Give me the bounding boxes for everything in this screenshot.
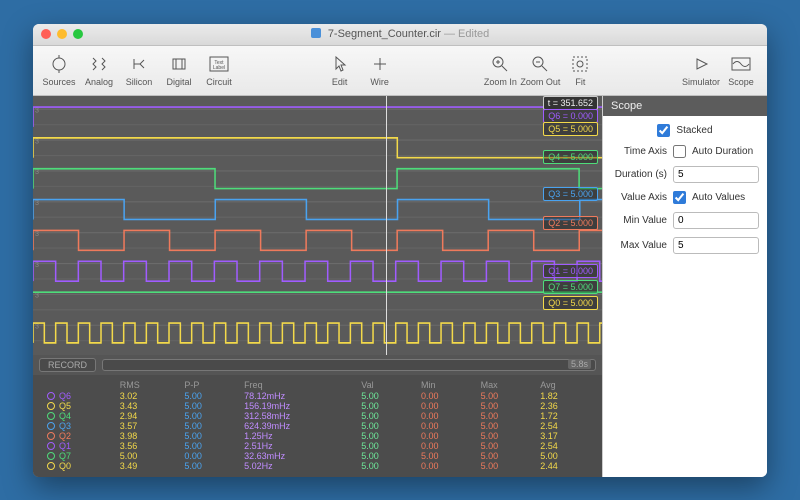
stats-row-Q4[interactable]: Q42.945.00312.58mHz5.000.005.001.72: [41, 411, 594, 421]
analog-button[interactable]: Analog: [79, 48, 119, 92]
stats-row-Q5[interactable]: Q53.435.00156.19mHz5.000.005.002.36: [41, 401, 594, 411]
titlebar[interactable]: 7-Segment_Counter.cir — Edited: [33, 24, 767, 46]
auto-duration-label: Auto Duration: [692, 146, 753, 157]
sources-icon: [50, 53, 68, 75]
digital-icon: [170, 53, 188, 75]
edited-indicator: — Edited: [444, 28, 489, 40]
app-window: 7-Segment_Counter.cir — Edited Sources A…: [33, 24, 767, 477]
plus-icon: [372, 53, 388, 75]
silicon-button[interactable]: Silicon: [119, 48, 159, 92]
circuit-button[interactable]: TextLabelCircuit: [199, 48, 239, 92]
scope-icon: [731, 53, 751, 75]
digital-button[interactable]: Digital: [159, 48, 199, 92]
max-value-label: Max Value: [611, 240, 667, 251]
stacked-label: Stacked: [676, 125, 712, 136]
timeline-scrubber[interactable]: 5.8s: [102, 359, 596, 371]
stats-table: RMSP-PFreqValMinMaxAvgQ63.025.0078.12mHz…: [33, 375, 602, 477]
record-bar: RECORD 5.8s: [33, 355, 602, 375]
scope-area: 33333333 t = 351.652 Q6 = 0.000Q5 = 5.00…: [33, 96, 602, 477]
sources-button[interactable]: Sources: [39, 48, 79, 92]
document-name: 7-Segment_Counter.cir: [328, 28, 441, 40]
sidebar-title: Scope: [603, 96, 767, 116]
svg-text:Label: Label: [213, 65, 225, 71]
silicon-icon: [130, 53, 148, 75]
stats-row-Q7[interactable]: Q75.000.0032.63mHz5.005.005.005.00: [41, 451, 594, 461]
min-value-label: Min Value: [611, 215, 667, 226]
cursor-tag-Q7: Q7 = 5.000: [543, 280, 598, 294]
document-icon: [311, 28, 321, 38]
record-button[interactable]: RECORD: [39, 358, 96, 372]
zoom-out-icon: [531, 53, 549, 75]
auto-duration-checkbox[interactable]: [673, 145, 686, 158]
window-title: 7-Segment_Counter.cir — Edited: [33, 28, 767, 40]
stats-row-Q3[interactable]: Q33.575.00624.39mHz5.000.005.002.54: [41, 421, 594, 431]
zoom-in-button[interactable]: Zoom In: [480, 48, 520, 92]
cursor-tag-Q6: Q6 = 0.000: [543, 109, 598, 123]
cursor-tag-Q1: Q1 = 0.000: [543, 264, 598, 278]
time-cursor[interactable]: [386, 96, 387, 355]
scope-sidebar: Scope Stacked Time Axis Auto Duration Du…: [602, 96, 767, 477]
stats-row-Q1[interactable]: Q13.565.002.51Hz5.000.005.002.54: [41, 441, 594, 451]
pointer-icon: [333, 53, 347, 75]
cursor-tag-Q0: Q0 = 5.000: [543, 296, 598, 310]
text-label-icon: TextLabel: [209, 53, 229, 75]
toolbar: Sources Analog Silicon Digital TextLabel…: [33, 46, 767, 96]
auto-values-label: Auto Values: [692, 192, 745, 203]
content: 33333333 t = 351.652 Q6 = 0.000Q5 = 5.00…: [33, 96, 767, 477]
zoom-in-icon: [491, 53, 509, 75]
value-axis-label: Value Axis: [611, 192, 667, 203]
edit-button[interactable]: Edit: [320, 48, 360, 92]
cursor-tag-Q5: Q5 = 5.000: [543, 122, 598, 136]
cursor-tag-Q4: Q4 = 5.000: [543, 150, 598, 164]
simulator-button[interactable]: Simulator: [681, 48, 721, 92]
duration-field[interactable]: [673, 166, 759, 183]
stats-row-Q6[interactable]: Q63.025.0078.12mHz5.000.005.001.82: [41, 391, 594, 401]
time-axis-label: Time Axis: [611, 146, 667, 157]
stacked-checkbox[interactable]: [657, 124, 670, 137]
analog-icon: [90, 53, 108, 75]
stats-row-Q0[interactable]: Q03.495.005.02Hz5.000.005.002.44: [41, 461, 594, 471]
play-icon: [693, 53, 709, 75]
duration-label: Duration (s): [611, 169, 667, 180]
wire-button[interactable]: Wire: [360, 48, 400, 92]
cursor-tag-Q3: Q3 = 5.000: [543, 187, 598, 201]
waveform-plot[interactable]: 33333333 t = 351.652 Q6 = 0.000Q5 = 5.00…: [33, 96, 602, 355]
max-value-field[interactable]: [673, 237, 759, 254]
stats-row-Q2[interactable]: Q23.985.001.25Hz5.000.005.003.17: [41, 431, 594, 441]
auto-values-checkbox[interactable]: [673, 191, 686, 204]
fit-button[interactable]: Fit: [560, 48, 600, 92]
scope-button[interactable]: Scope: [721, 48, 761, 92]
zoom-out-button[interactable]: Zoom Out: [520, 48, 560, 92]
cursor-tag-Q2: Q2 = 5.000: [543, 216, 598, 230]
timeline-position: 5.8s: [568, 359, 591, 369]
cursor-time-label: t = 351.652: [543, 96, 598, 110]
min-value-field[interactable]: [673, 212, 759, 229]
fit-icon: [571, 53, 589, 75]
